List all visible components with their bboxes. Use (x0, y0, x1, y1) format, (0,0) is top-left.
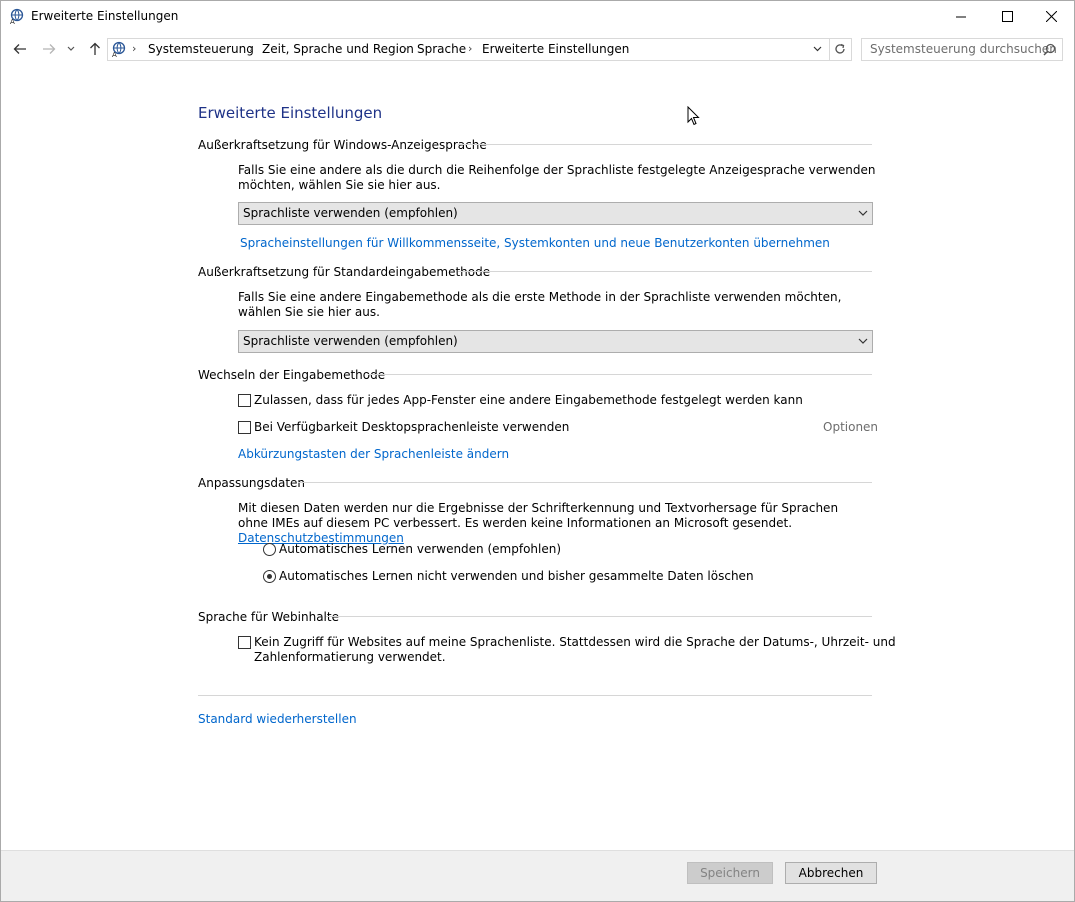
title-bar: A Erweiterte Einstellungen (1, 1, 1074, 32)
web-language-list-label-line2: Zahlenformatierung verwendet. (254, 650, 446, 664)
display-language-select[interactable]: Sprachliste verwenden (empfohlen) (238, 202, 873, 225)
svg-text:A: A (112, 51, 117, 57)
display-language-description: Falls Sie eine andere als die durch die … (238, 163, 876, 192)
chevron-down-icon[interactable] (813, 46, 822, 52)
breadcrumb-separator-icon: › (249, 42, 254, 55)
maximize-button[interactable] (984, 1, 1030, 32)
forward-button[interactable] (39, 39, 59, 59)
disable-auto-learning-label[interactable]: Automatisches Lernen nicht verwenden und… (279, 569, 754, 583)
maximize-icon (1001, 11, 1013, 22)
breadcrumb-separator-icon: › (403, 42, 408, 55)
language-bar-hotkeys-link[interactable]: Abkürzungstasten der Sprachenleiste ände… (238, 447, 509, 461)
breadcrumb-systemsteuerung[interactable]: Systemsteuerung (148, 42, 254, 56)
disable-auto-learning-radio[interactable] (263, 570, 276, 583)
web-language-list-checkbox[interactable] (238, 636, 251, 649)
use-auto-learning-label[interactable]: Automatisches Lernen verwenden (empfohle… (279, 542, 561, 556)
input-method-description: Falls Sie eine andere Eingabemethode als… (238, 290, 842, 319)
search-placeholder: Systemsteuerung durchsuchen (870, 42, 1057, 56)
web-language-list-label-line1: Kein Zugriff für Websites auf meine Spra… (254, 635, 896, 649)
web-content-heading: Sprache für Webinhalte (198, 610, 339, 624)
svg-text:A: A (10, 18, 15, 24)
input-method-select-value: Sprachliste verwenden (empfohlen) (243, 334, 458, 348)
section-divider (326, 616, 872, 617)
language-globe-icon: A (10, 8, 24, 24)
section-divider (368, 374, 872, 375)
restore-defaults-link[interactable]: Standard wiederherstellen (198, 712, 357, 726)
close-button[interactable] (1028, 1, 1074, 32)
arrow-up-icon (90, 42, 100, 55)
page-title: Erweiterte Einstellungen (198, 104, 383, 122)
arrow-left-icon (13, 44, 26, 54)
minimize-button[interactable] (938, 1, 984, 32)
personalization-description: Mit diesen Daten werden nur die Ergebnis… (238, 501, 848, 546)
window: A Erweiterte Einstellungen A › Systemste… (0, 0, 1075, 902)
chevron-down-icon (858, 338, 868, 344)
close-icon (1045, 11, 1057, 22)
breadcrumb-separator-icon: › (468, 42, 473, 55)
display-language-select-value: Sprachliste verwenden (empfohlen) (243, 206, 458, 220)
address-bar[interactable]: A › Systemsteuerung › Zeit, Sprache und … (107, 38, 852, 61)
mouse-cursor-icon (687, 106, 700, 126)
section-divider (298, 482, 872, 483)
input-method-heading: Außerkraftsetzung für Standardeingabemet… (198, 265, 491, 279)
save-button[interactable]: Speichern (687, 862, 773, 884)
use-auto-learning-radio[interactable] (263, 543, 276, 556)
arrow-right-icon (43, 44, 56, 54)
footer: Speichern Abbrechen (1, 850, 1074, 901)
refresh-icon[interactable] (833, 42, 847, 56)
desktop-language-bar-checkbox[interactable] (238, 421, 251, 434)
window-title: Erweiterte Einstellungen (31, 9, 179, 23)
section-divider (458, 271, 872, 272)
minimize-icon (956, 16, 966, 17)
cancel-button[interactable]: Abbrechen (785, 862, 877, 884)
chevron-down-icon (858, 210, 868, 216)
search-icon[interactable] (1043, 43, 1056, 56)
display-language-heading: Außerkraftsetzung für Windows-Anzeigespr… (198, 138, 487, 152)
personalization-description-text: Mit diesen Daten werden nur die Ergebnis… (238, 501, 839, 530)
web-language-list-label[interactable]: Kein Zugriff für Websites auf meine Spra… (254, 635, 896, 665)
breadcrumb-sprache[interactable]: Sprache (417, 42, 466, 56)
breadcrumb-zeit-sprache-region[interactable]: Zeit, Sprache und Region (262, 42, 414, 56)
desktop-language-bar-label[interactable]: Bei Verfügbarkeit Desktopsprachenleiste … (254, 420, 569, 434)
chevron-down-icon (67, 46, 75, 51)
recent-locations-button[interactable] (64, 39, 78, 59)
options-link: Optionen (823, 420, 879, 434)
back-button[interactable] (10, 39, 30, 59)
per-app-input-label[interactable]: Zulassen, dass für jedes App-Fenster ein… (254, 393, 803, 407)
apply-language-settings-link[interactable]: Spracheinstellungen für Willkommensseite… (240, 236, 830, 250)
up-button[interactable] (85, 39, 105, 59)
breadcrumb-erweiterte-einstellungen[interactable]: Erweiterte Einstellungen (482, 42, 629, 56)
switching-heading: Wechseln der Eingabemethode (198, 368, 386, 382)
per-app-input-checkbox[interactable] (238, 394, 251, 407)
section-divider (198, 695, 872, 696)
language-globe-icon: A (112, 41, 126, 57)
personalization-heading: Anpassungsdaten (198, 476, 306, 490)
breadcrumb-separator-icon: › (132, 42, 137, 55)
section-divider (458, 144, 872, 145)
input-method-select[interactable]: Sprachliste verwenden (empfohlen) (238, 330, 873, 353)
search-input[interactable]: Systemsteuerung durchsuchen (861, 38, 1063, 61)
radio-selected-dot (267, 574, 272, 579)
